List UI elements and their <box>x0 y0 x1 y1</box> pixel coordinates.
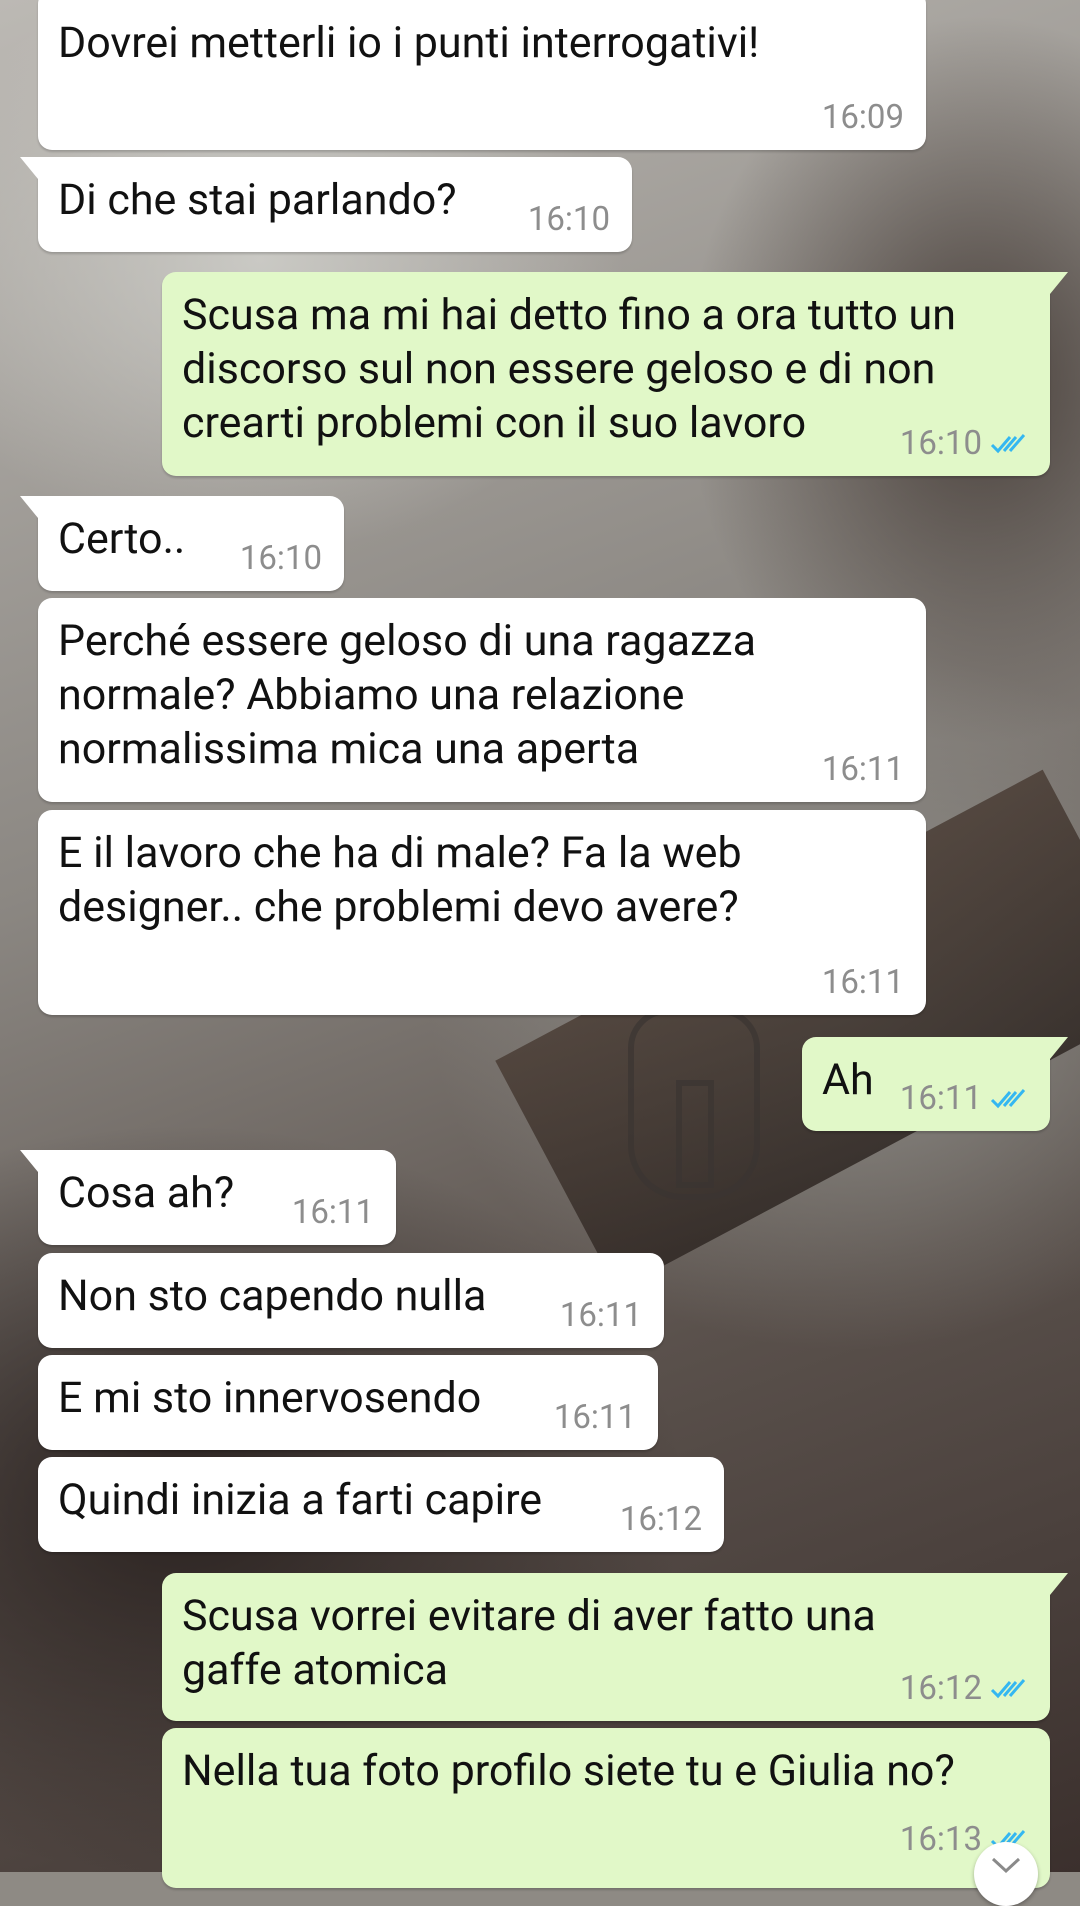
message-time: 16:11 <box>821 963 904 1002</box>
message-incoming[interactable]: Cosa ah? 16:11 <box>20 1150 396 1245</box>
message-meta: 16:10 <box>528 202 610 238</box>
message-text: E mi sto innervosendo <box>58 1373 482 1423</box>
double-check-icon <box>990 1679 1026 1699</box>
message-meta: 16:10 <box>900 426 1028 462</box>
message-meta: 16:11 <box>560 1298 642 1334</box>
message-meta: 16:09 <box>822 100 904 136</box>
message-text: Nella tua foto profilo siete tu e Giulia… <box>182 1746 955 1796</box>
message-time: 16:12 <box>619 1500 702 1539</box>
double-check-icon <box>990 434 1026 454</box>
message-outgoing[interactable]: Scusa vorrei evitare di aver fatto una g… <box>162 1573 1068 1721</box>
message-meta: 16:11 <box>292 1195 374 1231</box>
message-outgoing[interactable]: Nella tua foto profilo siete tu e Giulia… <box>162 1728 1050 1888</box>
message-time: 16:11 <box>553 1398 636 1437</box>
message-text: Quindi inizia a farti capire <box>58 1475 543 1525</box>
message-time: 16:09 <box>821 98 904 137</box>
message-incoming[interactable]: Perché essere geloso di una ragazza norm… <box>38 598 926 802</box>
message-meta: 16:12 <box>900 1671 1028 1707</box>
message-time: 16:13 <box>899 1820 982 1859</box>
message-text: E il lavoro che ha di male? Fa la web de… <box>58 828 742 932</box>
message-time: 16:10 <box>527 200 610 239</box>
message-time: 16:10 <box>239 539 322 578</box>
message-meta: 16:11 <box>900 1081 1028 1117</box>
message-meta: 16:10 <box>240 541 322 577</box>
message-incoming[interactable]: Quindi inizia a farti capire 16:12 <box>38 1457 724 1552</box>
message-meta: 16:11 <box>822 965 904 1001</box>
message-meta: 16:11 <box>822 752 904 788</box>
message-meta: 16:11 <box>554 1400 636 1436</box>
wallpaper-badge-slot <box>676 1080 714 1188</box>
message-text: Perché essere geloso di una ragazza norm… <box>58 616 757 774</box>
double-check-icon <box>990 1089 1026 1109</box>
message-outgoing[interactable]: Scusa ma mi hai detto fino a ora tutto u… <box>162 272 1068 476</box>
message-outgoing[interactable]: Ah 16:11 <box>802 1037 1068 1131</box>
message-incoming[interactable]: Dovrei metterli io i punti interrogativi… <box>38 0 926 150</box>
message-incoming[interactable]: Certo.. 16:10 <box>20 496 344 591</box>
message-incoming[interactable]: E il lavoro che ha di male? Fa la web de… <box>38 810 926 1015</box>
chevron-down-icon <box>991 1857 1021 1874</box>
message-time: 16:10 <box>899 424 982 463</box>
message-incoming[interactable]: E mi sto innervosendo 16:11 <box>38 1355 658 1450</box>
message-incoming[interactable]: Di che stai parlando? 16:10 <box>20 157 632 252</box>
message-meta: 16:12 <box>620 1502 702 1538</box>
message-time: 16:12 <box>899 1669 982 1708</box>
message-time: 16:11 <box>559 1296 642 1335</box>
message-time: 16:11 <box>899 1079 982 1118</box>
message-incoming[interactable]: Non sto capendo nulla 16:11 <box>38 1253 664 1348</box>
message-time: 16:11 <box>821 750 904 789</box>
message-time: 16:11 <box>291 1193 374 1232</box>
message-text: Dovrei metterli io i punti interrogativi… <box>58 18 760 68</box>
scroll-down-button[interactable] <box>974 1842 1038 1906</box>
message-text: Non sto capendo nulla <box>58 1271 487 1321</box>
